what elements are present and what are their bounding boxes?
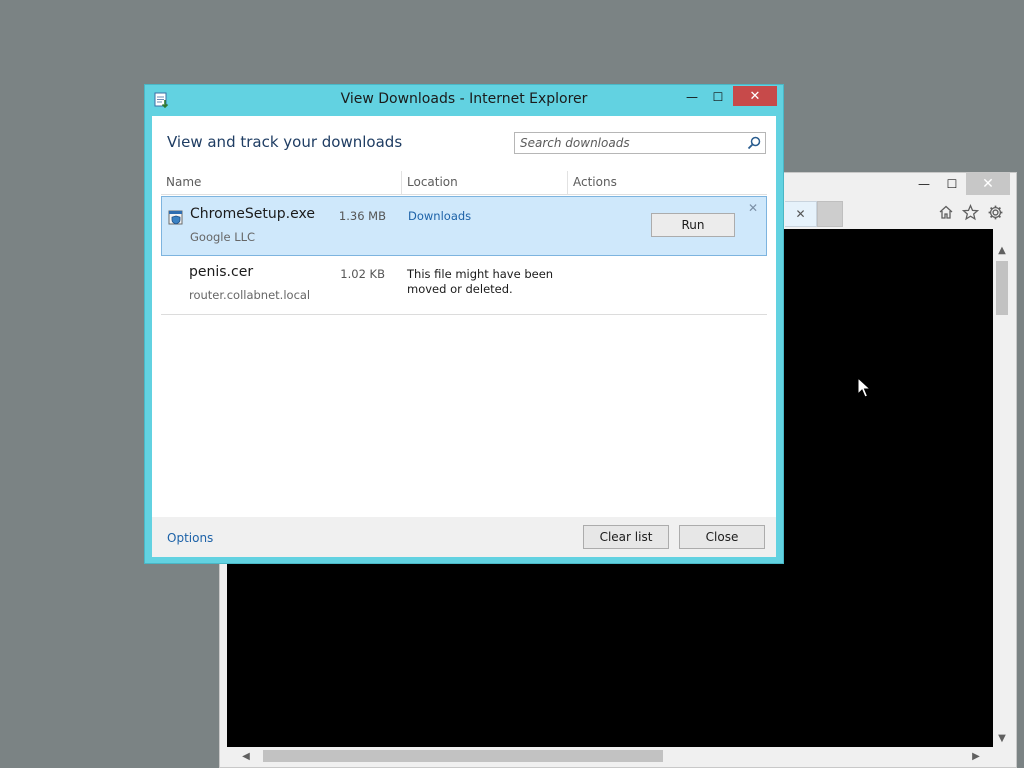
installer-file-icon <box>167 209 185 227</box>
run-button[interactable]: Run <box>651 213 735 237</box>
browser-caption-buttons: — ☐ ✕ <box>910 173 1010 195</box>
download-item[interactable]: ChromeSetup.exe Google LLC 1.36 MB Downl… <box>161 196 767 256</box>
clear-list-button[interactable]: Clear list <box>583 525 669 549</box>
browser-new-tab-button[interactable] <box>817 201 843 227</box>
home-icon[interactable] <box>935 201 956 223</box>
search-icon[interactable] <box>746 135 762 151</box>
column-header-actions: Actions <box>573 175 617 189</box>
file-size: 1.36 MB <box>338 209 386 223</box>
options-link[interactable]: Options <box>167 531 213 545</box>
dialog-minimize-button[interactable]: — <box>679 87 705 107</box>
search-input[interactable] <box>515 133 751 153</box>
file-location-status: This file might have been moved or delet… <box>407 267 554 296</box>
mouse-pointer-icon <box>857 376 872 399</box>
remove-item-icon[interactable]: ✕ <box>748 201 758 215</box>
column-header-location[interactable]: Location <box>402 171 568 194</box>
file-name: ChromeSetup.exe <box>190 206 315 222</box>
scroll-left-arrow-icon[interactable]: ◀ <box>237 747 255 765</box>
browser-vertical-scrollbar[interactable]: ▲ ▼ <box>993 229 1011 747</box>
file-size: 1.02 KB <box>340 267 385 281</box>
dialog-maximize-button[interactable]: ☐ <box>705 87 731 107</box>
favorites-star-icon[interactable] <box>960 201 981 223</box>
column-header-name[interactable]: Name <box>161 171 402 194</box>
browser-tab-close-button[interactable]: ✕ <box>785 201 817 227</box>
download-item[interactable]: penis.cer router.collabnet.local 1.02 KB… <box>161 255 767 315</box>
browser-toolbar <box>935 201 1006 223</box>
browser-close-button[interactable]: ✕ <box>966 173 1010 195</box>
settings-gear-icon[interactable] <box>985 201 1006 223</box>
file-source: Google LLC <box>190 230 256 244</box>
close-button[interactable]: Close <box>679 525 765 549</box>
view-downloads-dialog: View Downloads - Internet Explorer — ☐ ✕… <box>144 84 784 564</box>
scroll-down-arrow-icon[interactable]: ▼ <box>993 729 1011 747</box>
file-name: penis.cer <box>189 264 254 280</box>
dialog-client-area: View and track your downloads Name Locat… <box>152 116 776 557</box>
file-location-link[interactable]: Downloads <box>408 209 471 223</box>
scroll-right-arrow-icon[interactable]: ▶ <box>967 747 985 765</box>
scroll-up-arrow-icon[interactable]: ▲ <box>993 241 1011 259</box>
dialog-close-button[interactable]: ✕ <box>733 86 777 106</box>
browser-horizontal-scrollbar[interactable]: ◀ ▶ <box>227 747 993 765</box>
column-headers: Name Location Actions <box>161 171 767 195</box>
browser-minimize-button[interactable]: — <box>910 173 938 195</box>
dialog-title-bar[interactable]: View Downloads - Internet Explorer — ☐ ✕ <box>145 85 783 115</box>
vertical-scroll-thumb[interactable] <box>996 261 1008 315</box>
search-box[interactable] <box>514 132 766 154</box>
file-source: router.collabnet.local <box>189 288 311 302</box>
dialog-footer: Options Clear list Close <box>152 517 776 557</box>
dialog-heading: View and track your downloads <box>167 133 403 151</box>
browser-maximize-button[interactable]: ☐ <box>938 173 966 195</box>
horizontal-scroll-thumb[interactable] <box>263 750 663 762</box>
